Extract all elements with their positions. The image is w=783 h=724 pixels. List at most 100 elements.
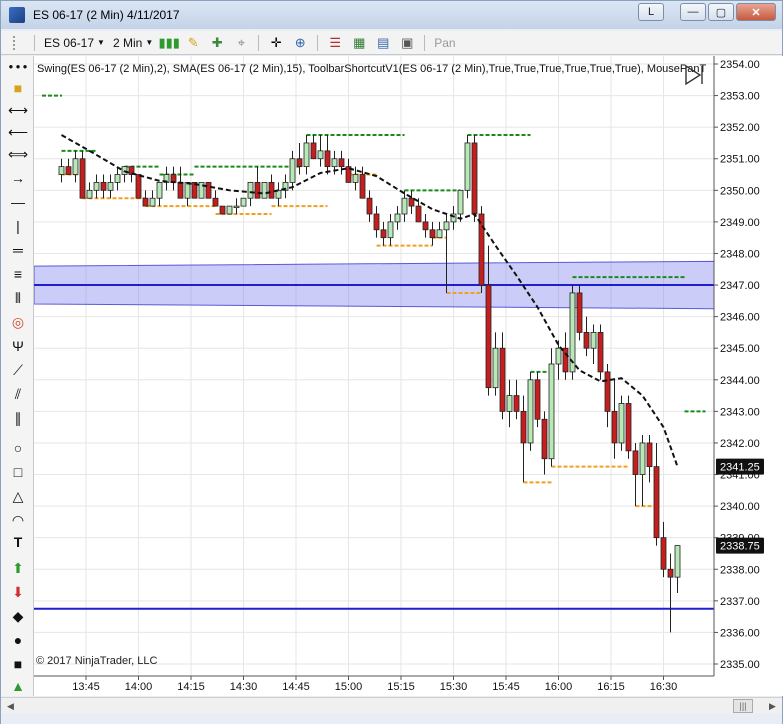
dots-icon[interactable]: ● ● ● <box>7 56 29 76</box>
x-tick-label: 15:45 <box>492 681 520 693</box>
candle-up <box>107 182 114 191</box>
vertical-line-icon[interactable]: | <box>7 216 29 236</box>
ray-icon[interactable]: ⟵ <box>7 122 29 142</box>
y-tick-label: 2353.00 <box>720 91 760 103</box>
copyright-label: © 2017 NinjaTrader, LLC <box>36 655 157 667</box>
rectangle-icon[interactable]: □ <box>7 462 29 482</box>
candle-up <box>464 142 471 191</box>
arrow-line-icon[interactable]: → <box>7 168 29 188</box>
y-tick-label: 2337.00 <box>720 596 760 608</box>
text-icon[interactable]: T <box>7 532 29 552</box>
chart-panel[interactable]: 2335.002336.002337.002338.002339.002340.… <box>33 56 783 696</box>
x-tick-label: 13:45 <box>72 681 100 693</box>
candle-down <box>534 379 541 420</box>
candle-up <box>639 442 646 475</box>
dot-icon[interactable]: ● <box>7 630 29 650</box>
indicators-icon[interactable]: ▦ <box>349 34 369 52</box>
price-badge-label: 2341.25 <box>720 462 760 474</box>
price-chart[interactable]: 2335.002336.002337.002338.002339.002340.… <box>33 56 783 696</box>
title-bar[interactable]: ES 06-17 (2 Min) 4/11/2017 L — ▢ ✕ <box>1 1 782 29</box>
x-tick-label: 16:15 <box>597 681 625 693</box>
y-tick-label: 2346.00 <box>720 312 760 324</box>
candle-up <box>226 205 233 215</box>
candle-down <box>660 537 667 570</box>
arc-icon[interactable]: ◠ <box>7 510 29 530</box>
instrument-selector[interactable]: ES 06-17 ▼ <box>40 33 109 53</box>
scroll-right-icon[interactable]: ▶ <box>765 699 780 713</box>
close-button[interactable]: ✕ <box>736 3 776 21</box>
toolbar-separator <box>34 34 35 51</box>
gann-fan-icon[interactable]: ⟋ <box>7 360 29 380</box>
pitchfork-icon[interactable]: Ψ <box>7 336 29 356</box>
toolbar-grip[interactable] <box>13 35 23 50</box>
pan-label[interactable]: Pan <box>434 36 455 50</box>
strategies-icon[interactable]: ▤ <box>373 34 393 52</box>
channel-icon[interactable]: ∥ <box>7 408 29 428</box>
candle-up <box>548 363 555 460</box>
link-button[interactable]: L <box>638 3 664 21</box>
scroll-thumb[interactable]: ||| <box>733 699 753 713</box>
candle-down <box>583 332 590 349</box>
y-tick-label: 2350.00 <box>720 185 760 197</box>
scroll-left-icon[interactable]: ◀ <box>3 699 18 713</box>
extended-line-icon[interactable]: ⟺ <box>7 144 29 164</box>
minimize-button[interactable]: — <box>680 3 706 21</box>
interval-label: 2 Min <box>112 35 143 50</box>
candle-down <box>576 292 583 333</box>
zoom-icon[interactable]: ⊕ <box>290 34 310 52</box>
toolbar-separator <box>317 34 319 51</box>
candle-down <box>324 150 331 168</box>
candle-up <box>352 174 359 183</box>
candle-up <box>247 182 254 199</box>
candle-up <box>86 189 93 199</box>
square-icon[interactable]: ■ <box>7 78 29 98</box>
fib-time-icon[interactable]: ⦀ <box>7 288 29 308</box>
chart-window: ES 06-17 (2 Min) 4/11/2017 L — ▢ ✕ ES 06… <box>0 0 783 724</box>
arrow-down-icon[interactable]: ⬇ <box>7 582 29 602</box>
square-marker-icon[interactable]: ■ <box>7 654 29 674</box>
window-title: ES 06-17 (2 Min) 4/11/2017 <box>33 8 180 22</box>
arrow-up-icon[interactable]: ⬆ <box>7 558 29 578</box>
window-controls: L — ▢ ✕ <box>638 3 776 21</box>
candle-down <box>625 403 632 452</box>
interval-selector[interactable]: 2 Min ▼ <box>109 33 157 53</box>
pencil-icon[interactable]: ✎ <box>183 34 203 52</box>
candle-up <box>555 347 562 365</box>
candle-down <box>646 442 653 468</box>
candle-down <box>520 410 527 444</box>
candle-down <box>541 418 548 460</box>
x-tick-label: 15:00 <box>335 681 363 693</box>
crosshair-icon[interactable]: ✛ <box>266 34 286 52</box>
indicator-label: Swing(ES 06-17 (2 Min),2), SMA(ES 06-17 … <box>37 63 706 75</box>
diamond-icon[interactable]: ◆ <box>7 606 29 626</box>
triangle-up-icon[interactable]: ▲ <box>7 676 29 696</box>
fib-circle-icon[interactable]: ◎ <box>7 312 29 332</box>
parallel-lines-icon[interactable]: ═ <box>7 240 29 260</box>
candle-up <box>443 221 450 231</box>
candle-up <box>401 197 408 215</box>
triangle-icon[interactable]: △ <box>7 486 29 506</box>
properties-icon[interactable]: ▣ <box>397 34 417 52</box>
candle-up <box>506 395 513 412</box>
candle-down <box>205 182 212 199</box>
candle-down <box>653 466 660 539</box>
line-segment-icon[interactable]: ⟷ <box>7 100 29 120</box>
bar-style-icon[interactable]: ▮▮▮ <box>159 34 180 52</box>
ruler-icon[interactable]: ⫽ <box>7 384 29 404</box>
candle-down <box>100 182 107 191</box>
maximize-button[interactable]: ▢ <box>708 3 734 21</box>
magnet-icon[interactable]: ⌖ <box>231 34 251 52</box>
data-box-icon[interactable]: ☰ <box>325 34 345 52</box>
candle-down <box>310 142 317 160</box>
candle-down <box>296 158 303 168</box>
y-tick-label: 2354.00 <box>720 59 760 71</box>
candle-down <box>667 568 674 578</box>
horizontal-scrollbar[interactable]: ◀ ||| ▶ <box>1 697 782 713</box>
candle-up <box>331 158 338 168</box>
horizontal-line-icon[interactable]: — <box>7 192 29 212</box>
fibonacci-icon[interactable]: ≡ <box>7 264 29 284</box>
ellipse-icon[interactable]: ○ <box>7 438 29 458</box>
candle-down <box>415 205 422 223</box>
crosshair-pin-icon[interactable]: ✚ <box>207 34 227 52</box>
candle-down <box>478 213 485 286</box>
